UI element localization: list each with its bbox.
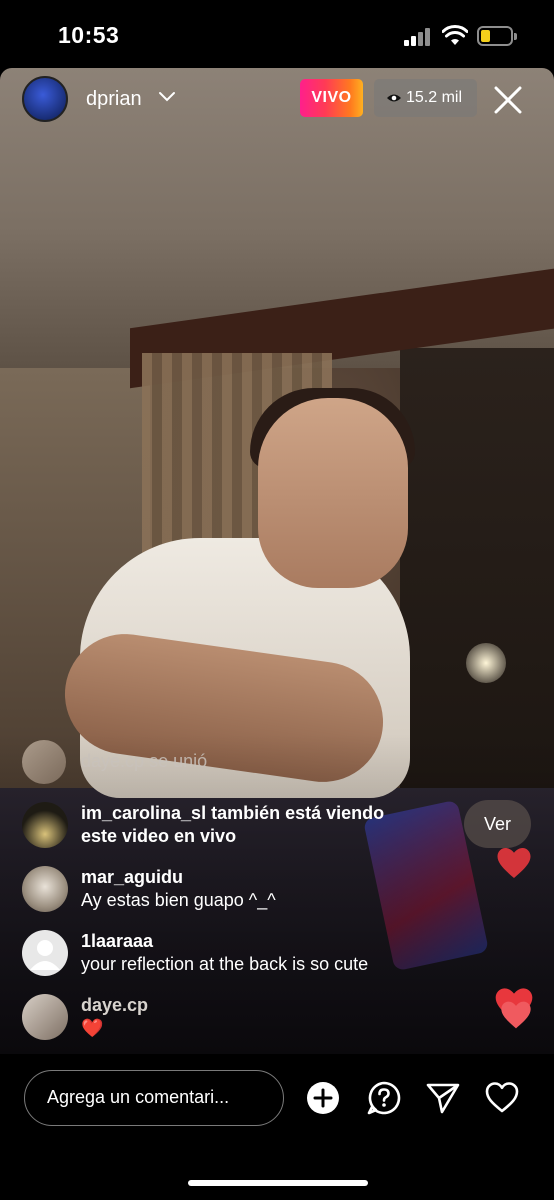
status-time: 10:53 xyxy=(58,22,120,48)
status-bar: 10:53 xyxy=(0,0,554,68)
viewer-count: 15.2 mil xyxy=(406,89,463,106)
comment-avatar[interactable] xyxy=(22,866,68,912)
comment-text: Ay estas bien guapo ^_^ xyxy=(81,890,276,910)
live-header: dprian VIVO 15.2 mil xyxy=(0,68,554,128)
cellular-signal-icon xyxy=(404,28,434,46)
comment-username[interactable]: daye.cp xyxy=(81,751,144,771)
comment-avatar[interactable] xyxy=(22,802,68,848)
ver-button[interactable]: Ver xyxy=(464,800,531,848)
send-icon[interactable] xyxy=(425,1080,461,1116)
home-indicator[interactable] xyxy=(188,1180,368,1186)
comment-text: your reflection at the back is so cute xyxy=(81,954,369,974)
default-avatar-icon[interactable] xyxy=(22,930,68,976)
host-avatar[interactable] xyxy=(22,76,68,122)
chevron-down-icon[interactable] xyxy=(157,90,177,104)
viewer-count-badge[interactable]: 15.2 mil xyxy=(374,79,477,117)
live-badge: VIVO xyxy=(300,79,363,117)
comment-username[interactable]: im_carolina_sl xyxy=(81,803,206,823)
close-icon[interactable] xyxy=(490,82,526,118)
floating-heart-icon xyxy=(501,1001,531,1029)
eye-icon xyxy=(387,94,401,102)
comment-avatar[interactable] xyxy=(22,994,68,1040)
comment-username[interactable]: mar_aguidu xyxy=(81,866,276,889)
wifi-icon xyxy=(442,25,468,45)
host-username[interactable]: dprian xyxy=(86,88,142,111)
heart-icon[interactable] xyxy=(484,1080,520,1116)
comment-username[interactable]: daye.cp xyxy=(81,994,148,1017)
comment-text: ❤️ xyxy=(81,1018,104,1038)
bottom-bar: Agrega un comentari... xyxy=(0,1054,554,1200)
floating-heart-icon xyxy=(497,848,531,878)
add-icon[interactable] xyxy=(305,1080,341,1116)
comment-avatar[interactable] xyxy=(22,740,66,784)
comment-username[interactable]: 1laaraaa xyxy=(81,930,368,953)
question-icon[interactable] xyxy=(366,1080,402,1116)
comment-text: se unió xyxy=(149,751,208,771)
comment-input[interactable]: Agrega un comentari... xyxy=(24,1070,284,1126)
battery-icon xyxy=(477,26,517,46)
